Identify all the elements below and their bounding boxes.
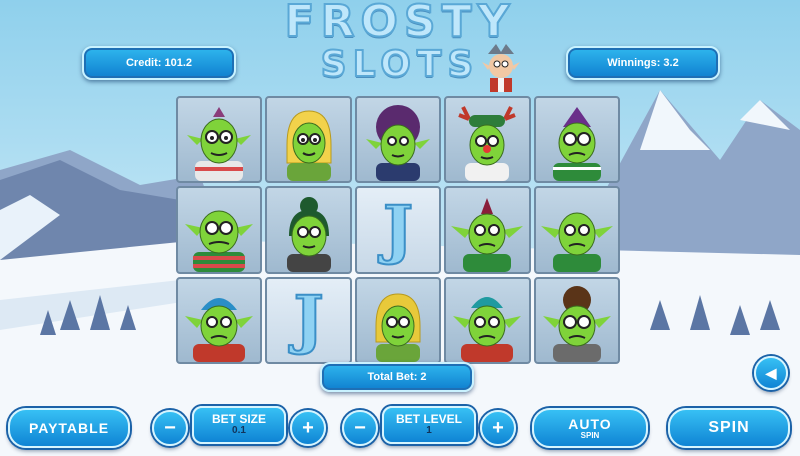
plus-icon: + [302, 416, 314, 439]
speaker-icon: ◀ [765, 364, 777, 381]
reel-symbol-goblin [354, 276, 442, 364]
goblin-afro-icon [365, 105, 430, 182]
bet-level-label: BET LEVEL [395, 412, 462, 426]
total-bet-display: Total Bet: 2 [320, 362, 474, 392]
reel-symbol-jack: J [354, 186, 442, 274]
reel-symbol-goblin [176, 186, 263, 274]
mascot-goblin-icon [482, 44, 520, 92]
bet-size-decrease-button[interactable]: − [152, 410, 188, 446]
winnings-text: Winnings: 3.2 [607, 57, 679, 69]
bet-level-display: BET LEVEL 1 [382, 406, 476, 444]
minus-icon: − [164, 416, 176, 439]
spin-button[interactable]: SPIN [668, 408, 790, 448]
game-scene: FROSTY SLOTS Credit: 101.2 Winnings: 3.2 [0, 0, 800, 456]
bet-level-value: 1 [426, 425, 432, 436]
credit-display: Credit: 101.2 [82, 46, 236, 80]
goblin-teal-icon [453, 297, 522, 362]
bet-size-display: BET SIZE 0.1 [192, 406, 286, 444]
goblin-mohawk-icon [451, 197, 524, 272]
reel-symbol-goblin [533, 186, 620, 274]
sound-toggle-button[interactable]: ◀ [754, 356, 788, 390]
goblin-blonde-icon [286, 110, 332, 182]
reel-symbol-goblin [265, 186, 352, 274]
reel-symbol-goblin [533, 276, 620, 364]
reel-symbol-goblin [444, 96, 531, 184]
total-bet-text: Total Bet: 2 [367, 371, 427, 383]
plus-icon: + [492, 416, 504, 439]
reel-symbol-goblin [444, 186, 531, 274]
goblin-reindeer-icon [458, 106, 517, 182]
auto-label: AUTO [568, 415, 612, 432]
goblin-blue-icon [185, 298, 254, 362]
auto-spin-sublabel: SPIN [580, 430, 600, 440]
goblin-bald-icon [540, 212, 613, 272]
reel-symbol-goblin [176, 96, 263, 184]
bet-size-label: BET SIZE [211, 412, 266, 426]
reel-symbol-goblin [533, 96, 620, 184]
goblin-striped-icon [185, 210, 254, 272]
reel-grid: J J [176, 96, 620, 364]
spin-label: SPIN [708, 419, 750, 436]
reel-symbol-goblin [265, 96, 352, 184]
bet-size-value: 0.1 [232, 425, 246, 436]
bet-level-decrease-button[interactable]: − [342, 410, 378, 446]
reel-symbol-goblin [444, 276, 531, 364]
winnings-display: Winnings: 3.2 [566, 46, 720, 80]
goblin-yellow-icon [375, 293, 421, 362]
credit-text: Credit: 101.2 [125, 57, 193, 69]
paytable-button[interactable]: PAYTABLE [8, 408, 130, 448]
bet-level-increase-button[interactable]: + [480, 410, 516, 446]
goblin-bun-icon [286, 196, 331, 272]
goblin-brown-icon [542, 286, 611, 362]
reel-symbol-goblin [354, 96, 442, 184]
minus-icon: − [354, 416, 366, 439]
goblin-glasses-icon [187, 107, 252, 182]
reel-symbol-jack: J [265, 276, 352, 364]
goblin-purple-icon [552, 107, 601, 182]
auto-spin-button[interactable]: AUTO SPIN [532, 408, 648, 448]
bet-size-increase-button[interactable]: + [290, 410, 326, 446]
paytable-label: PAYTABLE [28, 420, 110, 436]
reel-symbol-goblin [176, 276, 263, 364]
jack-letter: J [382, 191, 414, 267]
jack-letter: J [292, 282, 324, 358]
game-title-line1: FROSTY [284, 0, 516, 48]
